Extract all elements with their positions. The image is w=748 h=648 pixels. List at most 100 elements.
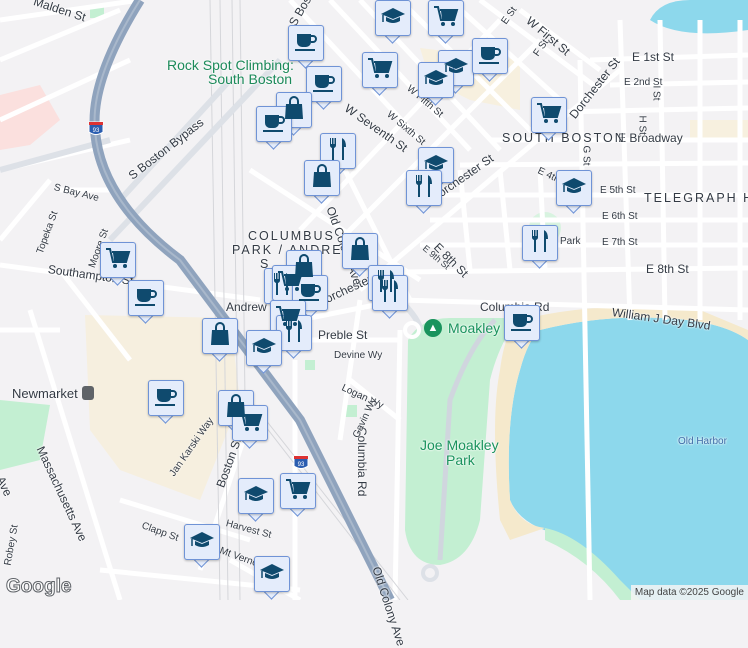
- graduation-cap-icon: [259, 559, 285, 590]
- transit-station-icon[interactable]: [82, 386, 94, 400]
- marker-box: [288, 25, 324, 61]
- svg-text:93: 93: [93, 128, 100, 134]
- marker-box: [531, 97, 567, 133]
- street-label: E 6th St: [602, 211, 638, 222]
- street-label: E 8th St: [646, 262, 689, 276]
- street-label: E Broadway: [618, 131, 683, 145]
- map-marker-coffee[interactable]: [128, 280, 164, 326]
- shopping-cart-icon: [536, 100, 562, 131]
- marker-box: [472, 38, 508, 74]
- marker-box: [232, 405, 268, 441]
- shopping-cart-icon: [433, 3, 459, 34]
- google-logo: Google: [5, 576, 72, 598]
- marker-box: [342, 233, 378, 269]
- shopping-cart-icon: [105, 245, 131, 276]
- i93-shield-icon: 93: [293, 455, 309, 469]
- street-label: H St: [636, 115, 648, 135]
- marker-box: [304, 160, 340, 196]
- marker-box: [246, 330, 282, 366]
- marker-box: [372, 275, 408, 311]
- marker-box: [406, 170, 442, 206]
- place-label[interactable]: Park: [446, 452, 475, 468]
- marker-box: [504, 305, 540, 341]
- shopping-cart-icon: [367, 55, 393, 86]
- map-marker-cart[interactable]: [232, 405, 268, 451]
- i93-shield-icon: 93: [88, 121, 104, 135]
- map-marker-grad[interactable]: [556, 170, 592, 216]
- marker-box: [100, 242, 136, 278]
- restaurant-icon: [281, 318, 307, 349]
- street-label: Park: [560, 236, 581, 247]
- map-marker-cart[interactable]: [428, 0, 464, 46]
- map-marker-coffee[interactable]: [288, 25, 324, 71]
- graduation-cap-icon: [243, 481, 269, 512]
- marker-box: [184, 524, 220, 560]
- coffee-cup-icon: [133, 283, 159, 314]
- marker-box: [362, 52, 398, 88]
- place-label[interactable]: Moakley: [448, 320, 500, 336]
- map-marker-grad[interactable]: [254, 556, 290, 602]
- graduation-cap-icon: [189, 527, 215, 558]
- marker-box: [428, 0, 464, 36]
- map-marker-fork[interactable]: [522, 225, 558, 271]
- marker-box: [556, 170, 592, 206]
- coffee-cup-icon: [477, 41, 503, 72]
- marker-box: [375, 0, 411, 36]
- coffee-cup-icon: [261, 109, 287, 140]
- neighborhood-label: COLUMBUS: [248, 229, 335, 243]
- marker-box: [254, 556, 290, 592]
- map-marker-cart[interactable]: [362, 52, 398, 98]
- graduation-cap-icon: [561, 173, 587, 204]
- map-marker-coffee[interactable]: [148, 380, 184, 426]
- place-label[interactable]: Newmarket: [12, 386, 78, 401]
- coffee-cup-icon: [293, 28, 319, 59]
- neighborhood-label: TELEGRAPH HI: [644, 191, 748, 205]
- marker-box: [128, 280, 164, 316]
- street-label: E 5th St: [600, 185, 636, 196]
- street-label: G St: [580, 145, 592, 166]
- water-label: Old Harbor: [678, 436, 727, 447]
- map-marker-coffee[interactable]: [256, 106, 292, 152]
- map-attribution[interactable]: Map data ©2025 Google: [630, 585, 748, 600]
- restaurant-icon: [377, 278, 403, 309]
- map-marker-grad[interactable]: [418, 62, 454, 108]
- restaurant-icon: [411, 173, 437, 204]
- marker-box: [238, 478, 274, 514]
- shopping-cart-icon: [237, 408, 263, 439]
- map-marker-grad[interactable]: [375, 0, 411, 46]
- place-label[interactable]: South Boston: [208, 71, 292, 87]
- street-label: Devine Wy: [334, 350, 383, 361]
- map-marker-fork[interactable]: [406, 170, 442, 216]
- place-label[interactable]: Joe Moakley: [420, 437, 499, 453]
- map-marker-coffee[interactable]: [504, 305, 540, 351]
- marker-box: [280, 473, 316, 509]
- old-harbor-water: [508, 317, 748, 600]
- street-label: E 7th St: [602, 237, 638, 248]
- shopping-bag-icon: [309, 163, 335, 194]
- graduation-cap-icon: [380, 3, 406, 34]
- shopping-bag-icon: [207, 321, 233, 352]
- graduation-cap-icon: [423, 65, 449, 96]
- map-marker-fork[interactable]: [372, 275, 408, 321]
- street-label: E 1st St: [632, 50, 675, 64]
- restaurant-icon: [527, 228, 553, 259]
- map-marker-coffee[interactable]: [472, 38, 508, 84]
- map-marker-grad[interactable]: [184, 524, 220, 570]
- marker-box: [148, 380, 184, 416]
- coffee-cup-icon: [509, 308, 535, 339]
- map-marker-bag[interactable]: [202, 318, 238, 364]
- map-marker-grad[interactable]: [238, 478, 274, 524]
- marker-box: [522, 225, 558, 261]
- map-marker-bag[interactable]: [304, 160, 340, 206]
- coffee-cup-icon: [311, 69, 337, 100]
- map-marker-grad[interactable]: [246, 330, 282, 376]
- map-marker-cart[interactable]: [531, 97, 567, 143]
- park-pin-icon[interactable]: ▲: [424, 319, 442, 337]
- svg-text:93: 93: [298, 462, 305, 468]
- shopping-bag-icon: [347, 236, 373, 267]
- map-marker-cart[interactable]: [280, 473, 316, 519]
- street-label: Andrew: [226, 300, 267, 314]
- coffee-cup-icon: [153, 383, 179, 414]
- marker-box: [418, 62, 454, 98]
- graduation-cap-icon: [251, 333, 277, 364]
